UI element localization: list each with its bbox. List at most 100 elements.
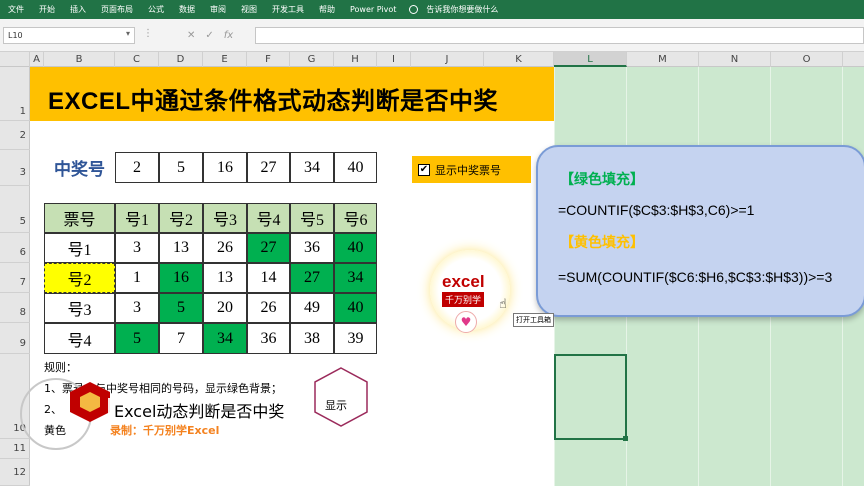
ticket-name[interactable]: 号4 xyxy=(44,323,115,354)
ticket-number[interactable]: 39 xyxy=(334,323,377,354)
row-header[interactable]: 8 xyxy=(0,293,30,323)
formula-input[interactable] xyxy=(255,27,864,44)
ticket-number[interactable]: 14 xyxy=(247,263,290,293)
ticket-name-winner[interactable]: 号2 xyxy=(44,263,115,293)
col-header[interactable]: I xyxy=(377,52,411,67)
row-header[interactable]: 6 xyxy=(0,233,30,263)
col-header[interactable]: H xyxy=(334,52,377,67)
winning-number[interactable]: 16 xyxy=(203,152,247,183)
row-header[interactable]: 1 xyxy=(0,67,30,121)
ticket-number[interactable]: 20 xyxy=(203,293,247,323)
col-header[interactable]: M xyxy=(627,52,699,67)
tab-insert[interactable]: 插入 xyxy=(62,4,93,15)
yellow-fill-heading: 【黄色填充】 xyxy=(560,235,644,251)
ticket-number[interactable]: 36 xyxy=(247,323,290,354)
select-all-corner[interactable] xyxy=(0,52,30,67)
tab-page-layout[interactable]: 页面布局 xyxy=(93,4,140,15)
ticket-number[interactable]: 38 xyxy=(290,323,334,354)
tell-me-search[interactable]: 告诉我你想要做什么 xyxy=(418,4,505,15)
ticket-number[interactable]: 13 xyxy=(159,233,203,263)
name-box[interactable]: L10 ▾ xyxy=(3,27,135,44)
sheet-title: EXCEL中通过条件格式动态判断是否中奖 xyxy=(48,88,499,115)
checkmark-icon[interactable]: ✔ xyxy=(418,163,430,176)
row-header[interactable]: 7 xyxy=(0,263,30,293)
tab-file[interactable]: 文件 xyxy=(0,4,31,15)
yellow-fill-formula: =SUM(COUNTIF($C6:$H6,$C$3:$H$3))>=3 xyxy=(558,269,833,285)
col-header[interactable]: D xyxy=(159,52,203,67)
winning-number[interactable]: 34 xyxy=(290,152,334,183)
ticket-name[interactable]: 号3 xyxy=(44,293,115,323)
ticket-number-match[interactable]: 5 xyxy=(115,323,159,354)
col-header[interactable]: B xyxy=(44,52,115,67)
col-header[interactable]: N xyxy=(699,52,771,67)
ticket-number-match[interactable]: 40 xyxy=(334,233,377,263)
ticket-number[interactable]: 3 xyxy=(115,293,159,323)
chevron-down-icon[interactable]: ▾ xyxy=(126,29,130,38)
ticket-number[interactable]: 26 xyxy=(247,293,290,323)
winning-number[interactable]: 5 xyxy=(159,152,203,183)
tab-view[interactable]: 视图 xyxy=(233,4,264,15)
col-header[interactable]: J xyxy=(411,52,484,67)
tab-power-pivot[interactable]: Power Pivot xyxy=(342,5,403,14)
row-header[interactable]: 12 xyxy=(0,459,30,486)
ticket-number[interactable]: 3 xyxy=(115,233,159,263)
ticket-number[interactable]: 1 xyxy=(115,263,159,293)
tab-review[interactable]: 审阅 xyxy=(202,4,233,15)
tab-help[interactable]: 帮助 xyxy=(311,4,342,15)
row-header[interactable]: 9 xyxy=(0,323,30,354)
selected-cell[interactable] xyxy=(554,354,627,440)
winning-number[interactable]: 27 xyxy=(247,152,290,183)
grip-icon: ⋮ xyxy=(143,28,154,39)
banner-subtitle: 录制：千万别学Excel xyxy=(110,424,220,437)
col-header[interactable]: G xyxy=(290,52,334,67)
col-header[interactable]: E xyxy=(203,52,247,67)
name-box-value: L10 xyxy=(8,31,23,40)
enter-icon[interactable]: ✓ xyxy=(205,30,213,41)
fx-icon[interactable]: fx xyxy=(224,30,233,41)
heart-icon[interactable]: ♥ xyxy=(455,311,477,333)
col-header[interactable]: K xyxy=(484,52,554,67)
ticket-number-match[interactable]: 40 xyxy=(334,293,377,323)
green-fill-heading: 【绿色填充】 xyxy=(560,172,644,188)
col-header-selected[interactable]: L xyxy=(554,52,627,67)
checkbox-label: 显示中奖票号 xyxy=(435,163,501,177)
tooltip: 打开工具箱 xyxy=(513,313,554,327)
ticket-number[interactable]: 13 xyxy=(203,263,247,293)
cancel-icon[interactable]: ✕ xyxy=(187,30,195,41)
ticket-number-match[interactable]: 34 xyxy=(203,323,247,354)
table-header[interactable]: 号5 xyxy=(290,203,334,233)
table-header[interactable]: 号6 xyxy=(334,203,377,233)
ticket-number[interactable]: 36 xyxy=(290,233,334,263)
col-header[interactable]: O xyxy=(771,52,843,67)
show-winner-checkbox[interactable]: ✔ 显示中奖票号 xyxy=(412,156,531,183)
tab-home[interactable]: 开始 xyxy=(31,4,62,15)
ticket-number-match[interactable]: 5 xyxy=(159,293,203,323)
ticket-name[interactable]: 号1 xyxy=(44,233,115,263)
row-header[interactable]: 3 xyxy=(0,150,30,186)
tab-formulas[interactable]: 公式 xyxy=(140,4,171,15)
col-header[interactable]: C xyxy=(115,52,159,67)
sheet-title-banner: EXCEL中通过条件格式动态判断是否中奖 xyxy=(30,67,554,121)
tab-data[interactable]: 数据 xyxy=(171,4,202,15)
table-header[interactable]: 号4 xyxy=(247,203,290,233)
col-header[interactable]: A xyxy=(30,52,44,67)
ticket-number[interactable]: 26 xyxy=(203,233,247,263)
table-header[interactable]: 号1 xyxy=(115,203,159,233)
tab-developer[interactable]: 开发工具 xyxy=(264,4,311,15)
table-header[interactable]: 号2 xyxy=(159,203,203,233)
col-header[interactable]: F xyxy=(247,52,290,67)
ticket-number-match[interactable]: 27 xyxy=(247,233,290,263)
hex-button-label[interactable]: 显示 xyxy=(325,397,347,413)
ticket-number-match[interactable]: 27 xyxy=(290,263,334,293)
row-header[interactable]: 2 xyxy=(0,121,30,150)
winning-number[interactable]: 40 xyxy=(334,152,377,183)
table-header[interactable]: 票号 xyxy=(44,203,115,233)
ticket-number-match[interactable]: 16 xyxy=(159,263,203,293)
ticket-number[interactable]: 7 xyxy=(159,323,203,354)
ticket-number-match[interactable]: 34 xyxy=(334,263,377,293)
row-header[interactable]: 5 xyxy=(0,186,30,233)
table-header[interactable]: 号3 xyxy=(203,203,247,233)
ticket-number[interactable]: 49 xyxy=(290,293,334,323)
winning-number[interactable]: 2 xyxy=(115,152,159,183)
fill-handle[interactable] xyxy=(623,436,628,441)
